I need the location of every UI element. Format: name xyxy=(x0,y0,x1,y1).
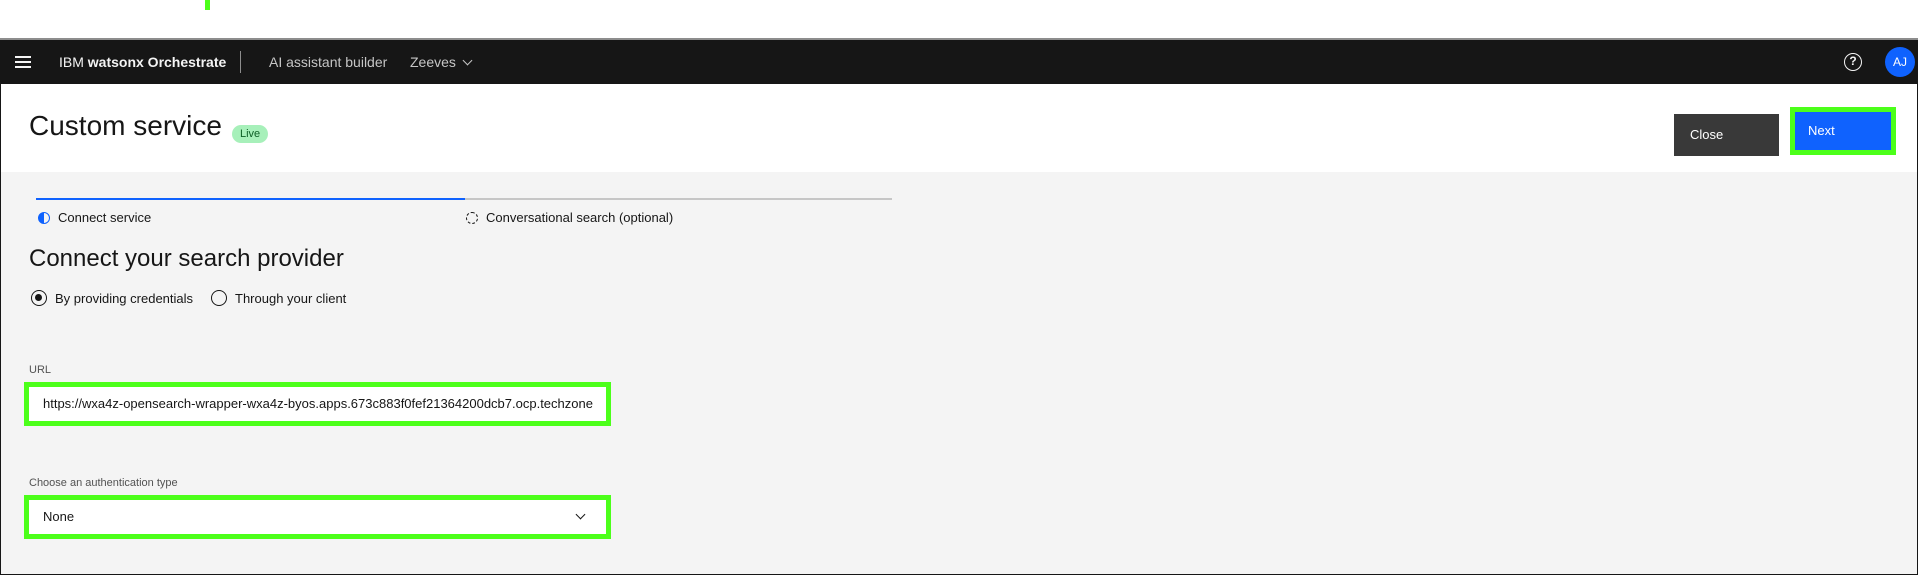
auth-type-label: Choose an authentication type xyxy=(29,477,178,489)
radio-unchecked-icon xyxy=(211,290,227,306)
header-divider xyxy=(240,51,241,73)
step-in-progress-icon xyxy=(38,211,50,224)
step-label: Conversational search (optional) xyxy=(486,210,674,225)
url-label: URL xyxy=(29,364,52,376)
progress-indicator xyxy=(36,198,892,200)
radio-through-your-client[interactable]: Through your client xyxy=(211,290,346,306)
section-title: Connect your search provider xyxy=(29,245,344,272)
url-input[interactable]: https://wxa4z-opensearch-wrapper-wxa4z-b… xyxy=(24,382,611,426)
chevron-down-icon xyxy=(462,55,473,65)
help-icon[interactable]: ? xyxy=(1844,53,1862,71)
radio-label: By providing credentials xyxy=(55,290,194,306)
avatar[interactable]: AJ xyxy=(1885,47,1915,77)
close-button[interactable]: Close xyxy=(1674,114,1779,156)
step-conversational-search[interactable]: Conversational search (optional) xyxy=(466,210,673,225)
nav-zeeves-label: Zeeves xyxy=(410,54,456,70)
auth-type-select[interactable]: None xyxy=(24,495,611,539)
step-connect-service[interactable]: Connect service xyxy=(38,210,151,225)
auth-type-value: None xyxy=(43,509,75,524)
page-title: Custom service xyxy=(29,110,222,141)
radio-label: Through your client xyxy=(235,290,347,306)
nav-ai-assistant-builder[interactable]: AI assistant builder xyxy=(269,40,387,84)
hamburger-menu-icon[interactable] xyxy=(13,52,33,72)
step-incomplete-icon xyxy=(466,211,478,224)
global-header: IBM watsonx Orchestrate AI assistant bui… xyxy=(1,40,1918,84)
step-label: Connect service xyxy=(58,210,152,225)
brand-name: watsonx Orchestrate xyxy=(87,54,227,70)
radio-by-providing-credentials[interactable]: By providing credentials xyxy=(31,290,193,306)
next-button[interactable]: Next xyxy=(1790,107,1896,155)
url-input-value: https://wxa4z-opensearch-wrapper-wxa4z-b… xyxy=(43,396,593,411)
nav-zeeves-dropdown[interactable]: Zeeves xyxy=(410,40,473,84)
next-button-label: Next xyxy=(1795,112,1891,150)
app-window: IBM watsonx Orchestrate AI assistant bui… xyxy=(0,40,1918,575)
screenshot-top-strip xyxy=(0,0,1918,40)
product-brand[interactable]: IBM watsonx Orchestrate xyxy=(59,40,226,84)
brand-prefix: IBM xyxy=(59,54,84,70)
highlight-marker xyxy=(205,0,210,10)
status-badge: Live xyxy=(232,125,269,143)
progress-complete-bar xyxy=(36,198,465,200)
radio-checked-icon xyxy=(31,290,47,306)
page-header: Custom service Live Close Next xyxy=(1,84,1917,172)
